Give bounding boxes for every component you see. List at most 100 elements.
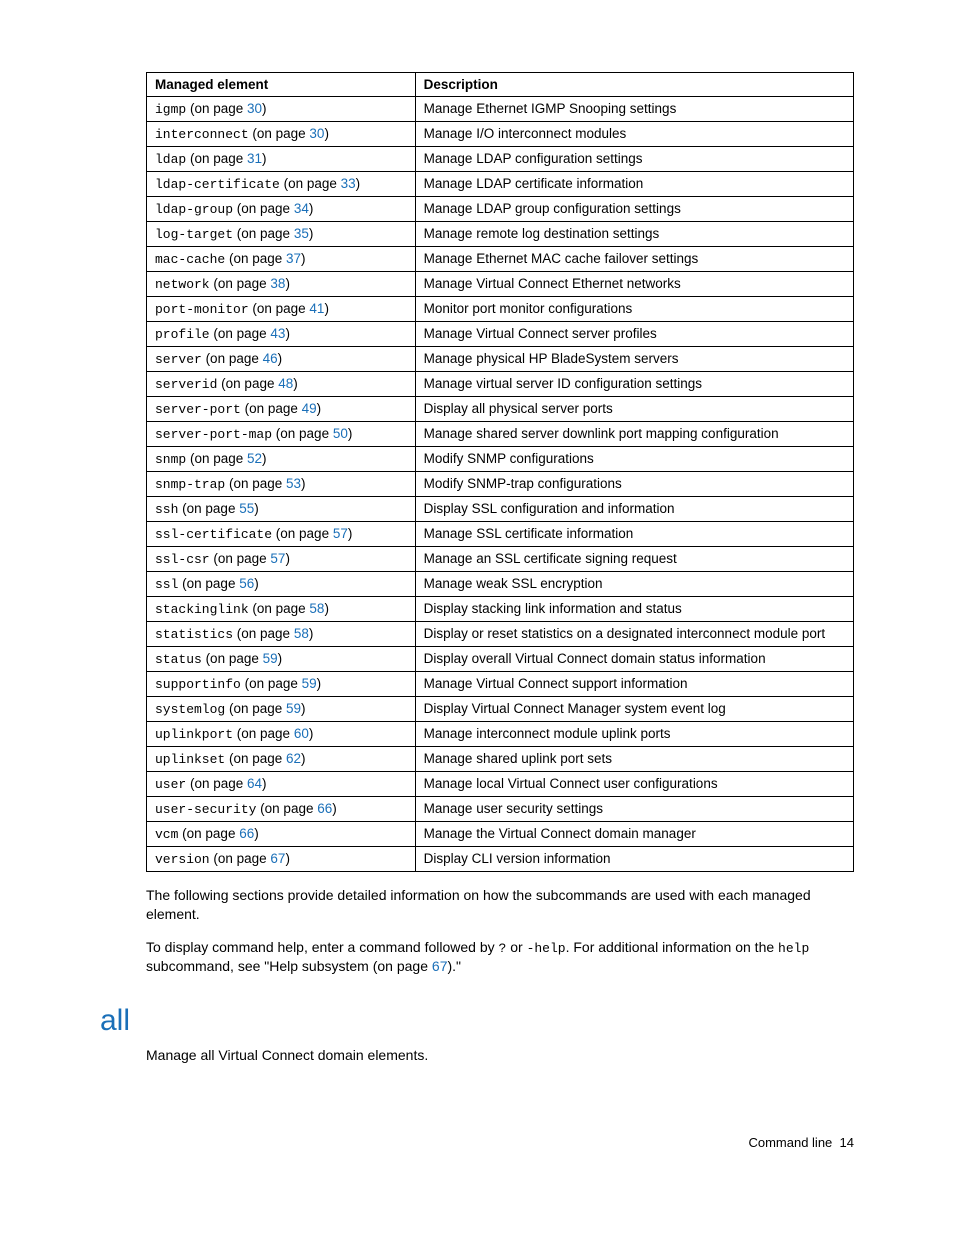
on-page-label: (on page xyxy=(233,226,294,241)
page-link[interactable]: 43 xyxy=(270,326,285,341)
page-link[interactable]: 37 xyxy=(286,251,301,266)
cell-element: interconnect (on page 30) xyxy=(147,122,416,147)
page-link[interactable]: 67 xyxy=(270,851,285,866)
on-page-label: (on page xyxy=(233,626,294,641)
close-paren: ) xyxy=(324,301,329,316)
on-page-label: (on page xyxy=(225,251,286,266)
page-link[interactable]: 56 xyxy=(239,576,254,591)
cell-element: vcm (on page 66) xyxy=(147,822,416,847)
page-link[interactable]: 60 xyxy=(294,726,309,741)
table-row: statistics (on page 58)Display or reset … xyxy=(147,622,854,647)
cell-description: Manage I/O interconnect modules xyxy=(415,122,853,147)
page-link[interactable]: 64 xyxy=(247,776,262,791)
on-page-label: (on page xyxy=(186,776,247,791)
page-link[interactable]: 30 xyxy=(247,101,262,116)
cell-element: status (on page 59) xyxy=(147,647,416,672)
cell-description: Manage shared server downlink port mappi… xyxy=(415,422,853,447)
cell-element: network (on page 38) xyxy=(147,272,416,297)
command-name: server-port xyxy=(155,402,241,417)
cell-element: user (on page 64) xyxy=(147,772,416,797)
close-paren: ) xyxy=(262,151,267,166)
on-page-label: (on page xyxy=(210,551,271,566)
table-row: server-port (on page 49)Display all phys… xyxy=(147,397,854,422)
close-paren: ) xyxy=(309,201,314,216)
page-link[interactable]: 46 xyxy=(263,351,278,366)
cell-description: Manage Ethernet MAC cache failover setti… xyxy=(415,247,853,272)
table-row: server (on page 46)Manage physical HP Bl… xyxy=(147,347,854,372)
on-page-label: (on page xyxy=(249,301,310,316)
cell-description: Manage LDAP group configuration settings xyxy=(415,197,853,222)
page-link[interactable]: 62 xyxy=(286,751,301,766)
on-page-label: (on page xyxy=(178,826,239,841)
cell-description: Manage LDAP configuration settings xyxy=(415,147,853,172)
page-link[interactable]: 35 xyxy=(294,226,309,241)
section-heading-all: all xyxy=(100,1004,854,1038)
page-link[interactable]: 55 xyxy=(239,501,254,516)
command-name: port-monitor xyxy=(155,302,249,317)
close-paren: ) xyxy=(254,826,259,841)
table-row: ldap-certificate (on page 33)Manage LDAP… xyxy=(147,172,854,197)
table-row: igmp (on page 30)Manage Ethernet IGMP Sn… xyxy=(147,97,854,122)
page-link[interactable]: 58 xyxy=(294,626,309,641)
table-row: mac-cache (on page 37)Manage Ethernet MA… xyxy=(147,247,854,272)
page-link[interactable]: 41 xyxy=(309,301,324,316)
cell-description: Manage weak SSL encryption xyxy=(415,572,853,597)
close-paren: ) xyxy=(301,251,306,266)
page-link[interactable]: 59 xyxy=(286,701,301,716)
page-link[interactable]: 59 xyxy=(302,676,317,691)
table-row: ldap (on page 31)Manage LDAP configurati… xyxy=(147,147,854,172)
page-link[interactable]: 57 xyxy=(270,551,285,566)
table-row: systemlog (on page 59)Display Virtual Co… xyxy=(147,697,854,722)
cell-element: log-target (on page 35) xyxy=(147,222,416,247)
table-row: ldap-group (on page 34)Manage LDAP group… xyxy=(147,197,854,222)
cell-element: profile (on page 43) xyxy=(147,322,416,347)
cell-element: ssh (on page 55) xyxy=(147,497,416,522)
table-row: user (on page 64)Manage local Virtual Co… xyxy=(147,772,854,797)
page-link[interactable]: 33 xyxy=(341,176,356,191)
cell-description: Manage user security settings xyxy=(415,797,853,822)
close-paren: ) xyxy=(324,601,329,616)
page-link[interactable]: 66 xyxy=(317,801,332,816)
page-link[interactable]: 38 xyxy=(270,276,285,291)
page-link[interactable]: 57 xyxy=(333,526,348,541)
close-paren: ) xyxy=(309,626,314,641)
command-name: ssl-csr xyxy=(155,552,210,567)
command-name: supportinfo xyxy=(155,677,241,692)
cell-description: Manage the Virtual Connect domain manage… xyxy=(415,822,853,847)
page-link-67[interactable]: 67 xyxy=(432,958,448,974)
section-body-all: Manage all Virtual Connect domain elemen… xyxy=(146,1046,854,1065)
cell-description: Manage local Virtual Connect user config… xyxy=(415,772,853,797)
page-link[interactable]: 30 xyxy=(309,126,324,141)
page-link[interactable]: 58 xyxy=(309,601,324,616)
page-link[interactable]: 49 xyxy=(302,401,317,416)
page-link[interactable]: 48 xyxy=(278,376,293,391)
table-row: ssh (on page 55)Display SSL configuratio… xyxy=(147,497,854,522)
on-page-label: (on page xyxy=(186,101,247,116)
cell-element: serverid (on page 48) xyxy=(147,372,416,397)
managed-element-table: Managed element Description igmp (on pag… xyxy=(146,72,854,872)
on-page-label: (on page xyxy=(225,701,286,716)
cell-element: statistics (on page 58) xyxy=(147,622,416,647)
page-link[interactable]: 66 xyxy=(239,826,254,841)
page-link[interactable]: 53 xyxy=(286,476,301,491)
table-row: version (on page 67)Display CLI version … xyxy=(147,847,854,872)
page-link[interactable]: 59 xyxy=(263,651,278,666)
cell-description: Manage physical HP BladeSystem servers xyxy=(415,347,853,372)
page-link[interactable]: 52 xyxy=(247,451,262,466)
code-help: help xyxy=(778,941,809,956)
table-row: snmp (on page 52)Modify SNMP configurati… xyxy=(147,447,854,472)
cell-element: ldap (on page 31) xyxy=(147,147,416,172)
command-name: serverid xyxy=(155,377,217,392)
page-link[interactable]: 34 xyxy=(294,201,309,216)
table-row: serverid (on page 48)Manage virtual serv… xyxy=(147,372,854,397)
page-link[interactable]: 50 xyxy=(333,426,348,441)
text: )." xyxy=(447,958,461,974)
page-link[interactable]: 31 xyxy=(247,151,262,166)
close-paren: ) xyxy=(262,451,267,466)
on-page-label: (on page xyxy=(241,676,302,691)
table-row: uplinkset (on page 62)Manage shared upli… xyxy=(147,747,854,772)
on-page-label: (on page xyxy=(225,476,286,491)
command-name: uplinkport xyxy=(155,727,233,742)
cell-element: systemlog (on page 59) xyxy=(147,697,416,722)
command-name: version xyxy=(155,852,210,867)
